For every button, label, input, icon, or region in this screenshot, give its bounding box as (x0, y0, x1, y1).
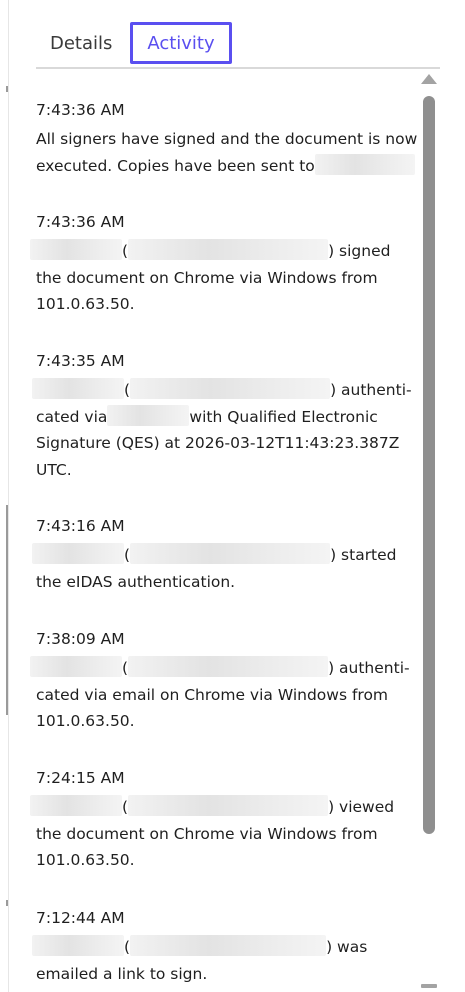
redacted-signer-email (128, 795, 329, 816)
redacted-signer-name (30, 795, 122, 816)
edge-mark (6, 900, 8, 906)
entry-timestamp: 7:24:15 AM (36, 769, 125, 787)
entry-timestamp: 7:38:09 AM (36, 630, 125, 648)
entry-text: the document on Chrome via Windows from (36, 268, 378, 287)
redacted-signer-name (30, 656, 122, 677)
tab-activity[interactable]: Activity (130, 22, 232, 64)
entry-text: cated via with Qualified Electronic (36, 404, 420, 431)
scroll-up-arrow-icon[interactable] (421, 74, 437, 84)
entry-text: () started (32, 542, 420, 569)
entry-timestamp: 7:12:44 AM (36, 909, 125, 927)
entry-text: 101.0.63.50. (36, 851, 135, 869)
entry-timestamp: 7:43:36 AM (36, 101, 125, 119)
activity-entry: 7:12:44 AM () was emailed a link to sign… (32, 908, 420, 987)
scrollbar-thumb[interactable] (423, 96, 435, 834)
activity-entry: 7:24:15 AM () viewed the document on Chr… (30, 768, 420, 874)
redacted-signer-email (130, 378, 331, 399)
entry-text: the eIDAS authentication. (36, 572, 236, 591)
redacted-recipient (314, 153, 415, 175)
entry-text: () authenti- (30, 655, 420, 682)
entry-text: Signature (QES) at 2026-03-12T11:43:23.3… (36, 434, 400, 452)
activity-scrollbar[interactable] (420, 72, 438, 992)
edge-mark (6, 505, 8, 715)
entry-text: 101.0.63.50. (36, 295, 135, 313)
redacted-signer-email (128, 239, 329, 260)
redacted-signer-email (130, 543, 331, 564)
entry-text: () was (32, 934, 420, 961)
entry-text: () viewed (30, 794, 420, 821)
scroll-down-arrow-icon[interactable] (421, 984, 437, 988)
redacted-signer-name (32, 935, 124, 956)
entry-text: UTC. (36, 460, 72, 479)
edge-mark (6, 86, 8, 92)
redacted-signer-name (32, 543, 124, 564)
redacted-signer-name (30, 239, 122, 260)
tab-details[interactable]: Details (50, 22, 112, 64)
entry-text: () signed (30, 238, 420, 265)
entry-timestamp: 7:43:36 AM (36, 213, 125, 231)
entry-text: emailed a link to sign. (36, 964, 208, 983)
entry-timestamp: 7:43:35 AM (36, 352, 125, 370)
entry-text: () authenti- (32, 377, 420, 404)
entry-text: the document on Chrome via Windows from (36, 824, 378, 843)
redacted-signer-email (130, 935, 327, 956)
activity-entry: 7:43:35 AM () authenti- cated via with Qu… (32, 351, 420, 483)
activity-entry: 7:43:36 AM () signed the document on Chr… (30, 212, 420, 318)
entry-text: All signers have signed and the document… (36, 130, 418, 148)
activity-entry: 7:43:36 AM All signers have signed and t… (36, 100, 420, 179)
entry-text: cated via email on Chrome via Windows fr… (36, 685, 389, 704)
left-panel-edge (0, 0, 9, 992)
activity-entry: 7:38:09 AM () authenti- cated via email … (30, 629, 420, 735)
redacted-provider (107, 404, 190, 426)
entry-text: 101.0.63.50. (36, 712, 135, 730)
tab-bar: Details Activity (36, 22, 440, 69)
entry-timestamp: 7:43:16 AM (36, 517, 125, 535)
redacted-signer-email (128, 656, 329, 677)
activity-entry: 7:43:16 AM () started the eIDAS authenti… (32, 516, 420, 595)
redacted-signer-name (32, 378, 124, 399)
entry-text: executed. Copies have been sent to (36, 153, 420, 180)
